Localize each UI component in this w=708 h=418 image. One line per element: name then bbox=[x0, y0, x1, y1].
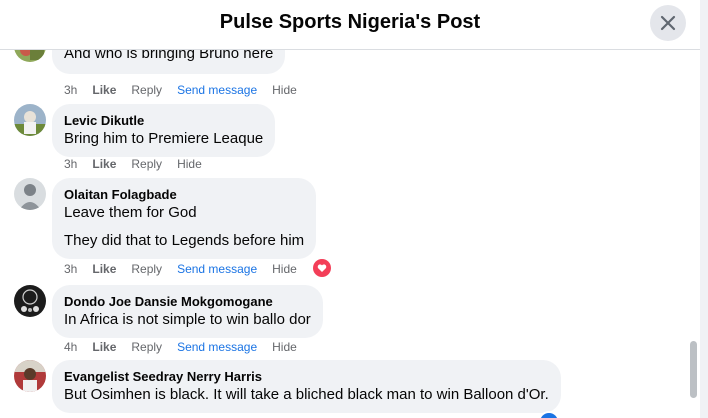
like-button[interactable]: Like bbox=[92, 340, 116, 354]
reply-button[interactable]: Reply bbox=[131, 157, 162, 171]
hide-button[interactable]: Hide bbox=[272, 83, 297, 97]
comment-author[interactable]: Evangelist Seedray Nerry Harris bbox=[64, 368, 549, 385]
comment-text: And who is bringing Bruno here bbox=[64, 50, 274, 62]
comment-bubble: Dondo Joe Dansie Mokgomogane In Africa i… bbox=[52, 285, 323, 338]
comment-bubble: Levic Dikutle Bring him to Premiere Leaq… bbox=[52, 104, 276, 157]
like-button[interactable]: Like bbox=[92, 83, 116, 97]
comment-text: In Africa is not simple to win ballo dor bbox=[64, 311, 311, 328]
comment-author[interactable]: Olaitan Folagbade bbox=[64, 186, 304, 203]
send-message-button[interactable]: Send message bbox=[177, 83, 257, 97]
comment-text: Bring him to Premiere Leaque bbox=[64, 130, 264, 147]
comments-list: And who is bringing Bruno here 3h Like R… bbox=[0, 50, 686, 418]
comment-text: They did that to Legends before him bbox=[64, 232, 305, 249]
comment-bubble: Evangelist Seedray Nerry Harris But Osim… bbox=[52, 360, 561, 413]
comment-actions: 4h Like Reply Send message Hide bbox=[64, 340, 312, 354]
hide-button[interactable]: Hide bbox=[177, 157, 202, 171]
comment-time[interactable]: 3h bbox=[64, 83, 77, 97]
background-page bbox=[700, 0, 708, 418]
comment-time[interactable]: 3h bbox=[64, 157, 77, 171]
avatar[interactable] bbox=[14, 104, 46, 136]
comment-time[interactable]: 3h bbox=[64, 262, 77, 276]
like-button[interactable]: Like bbox=[92, 157, 116, 171]
comment-author[interactable]: Dondo Joe Dansie Mokgomogane bbox=[64, 293, 311, 310]
comment-time[interactable]: 4h bbox=[64, 340, 77, 354]
hide-button[interactable]: Hide bbox=[272, 262, 297, 276]
post-dialog: Pulse Sports Nigeria's Post And who is b… bbox=[0, 0, 700, 418]
dialog-header: Pulse Sports Nigeria's Post bbox=[0, 0, 700, 50]
close-button[interactable] bbox=[650, 5, 686, 41]
comment-bubble: And who is bringing Bruno here bbox=[52, 50, 286, 74]
avatar[interactable] bbox=[14, 178, 46, 210]
reply-button[interactable]: Reply bbox=[131, 340, 162, 354]
like-button[interactable]: Like bbox=[92, 262, 116, 276]
dialog-title: Pulse Sports Nigeria's Post bbox=[219, 11, 481, 33]
comment-bubble: Olaitan Folagbade Leave them for God The… bbox=[52, 178, 317, 259]
comment-actions: 3h Like Reply Hide bbox=[64, 157, 217, 171]
comment-actions: 3h Like Reply Send message Hide bbox=[64, 262, 312, 276]
comment-actions: 3h Like Reply Send message Hide bbox=[64, 83, 312, 97]
avatar[interactable] bbox=[14, 50, 46, 62]
reaction-badge[interactable] bbox=[313, 259, 331, 277]
heart-icon bbox=[317, 264, 327, 272]
comment-author[interactable]: Levic Dikutle bbox=[64, 112, 263, 129]
comment-text: Leave them for God bbox=[64, 204, 197, 221]
send-message-button[interactable]: Send message bbox=[177, 262, 257, 276]
avatar[interactable] bbox=[14, 285, 46, 317]
send-message-button[interactable]: Send message bbox=[177, 340, 257, 354]
close-icon bbox=[660, 15, 676, 31]
reaction-badge[interactable] bbox=[540, 413, 558, 418]
reply-button[interactable]: Reply bbox=[131, 83, 162, 97]
reply-button[interactable]: Reply bbox=[131, 262, 162, 276]
scrollbar-thumb[interactable] bbox=[690, 341, 697, 398]
avatar[interactable] bbox=[14, 360, 46, 392]
hide-button[interactable]: Hide bbox=[272, 340, 297, 354]
comment-text: But Osimhen is black. It will take a bli… bbox=[64, 386, 549, 403]
